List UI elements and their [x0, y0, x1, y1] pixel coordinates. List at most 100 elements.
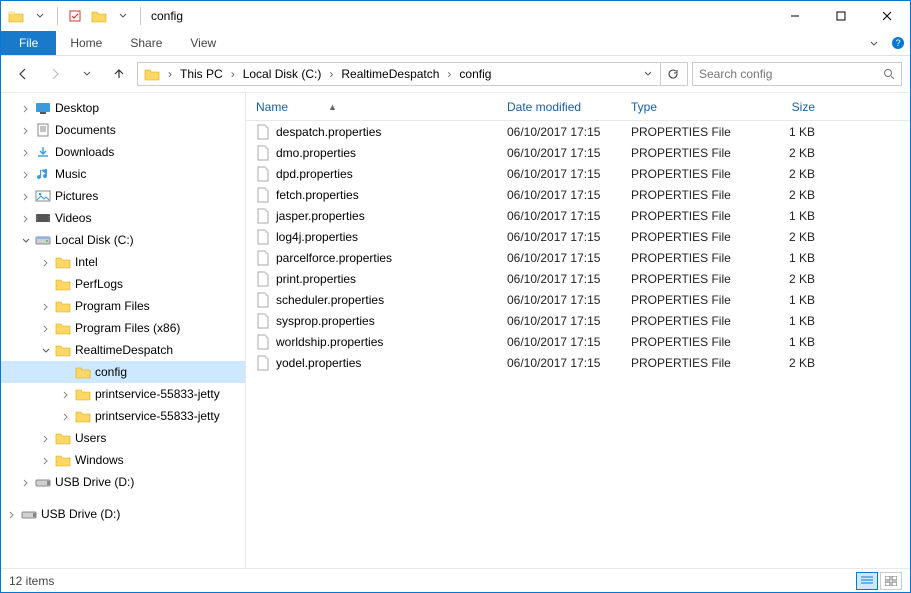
chevron-right-icon[interactable]: ›	[166, 67, 174, 81]
expand-icon[interactable]	[41, 456, 55, 465]
file-row[interactable]: parcelforce.properties06/10/2017 17:15PR…	[246, 247, 910, 268]
back-button[interactable]	[9, 60, 37, 88]
file-tab[interactable]: File	[1, 31, 56, 55]
address-dropdown-icon[interactable]	[638, 70, 658, 78]
file-date: 06/10/2017 17:15	[497, 230, 621, 244]
file-row[interactable]: dpd.properties06/10/2017 17:15PROPERTIES…	[246, 163, 910, 184]
file-row[interactable]: fetch.properties06/10/2017 17:15PROPERTI…	[246, 184, 910, 205]
search-box[interactable]: Search config	[692, 62, 902, 86]
file-row[interactable]: sysprop.properties06/10/2017 17:15PROPER…	[246, 310, 910, 331]
tree-item[interactable]: config	[1, 361, 245, 383]
address-bar[interactable]: › This PC › Local Disk (C:) › RealtimeDe…	[137, 62, 688, 86]
help-icon[interactable]: ?	[886, 31, 910, 55]
up-button[interactable]	[105, 60, 133, 88]
tree-item[interactable]: Intel	[1, 251, 245, 273]
tree-item[interactable]: Music	[1, 163, 245, 185]
breadcrumb-config[interactable]: config	[455, 63, 495, 85]
file-size: 1 KB	[741, 293, 831, 307]
tree-item[interactable]: Desktop	[1, 97, 245, 119]
tree-item[interactable]: PerfLogs	[1, 273, 245, 295]
qat-customize-icon[interactable]	[112, 5, 134, 27]
expand-icon[interactable]	[61, 390, 75, 399]
file-row[interactable]: dmo.properties06/10/2017 17:15PROPERTIES…	[246, 142, 910, 163]
details-view-button[interactable]	[856, 572, 878, 590]
tab-home[interactable]: Home	[56, 31, 116, 55]
chevron-right-icon[interactable]: ›	[327, 67, 335, 81]
expand-icon[interactable]	[61, 412, 75, 421]
new-folder-icon[interactable]	[88, 5, 110, 27]
expand-icon[interactable]	[41, 434, 55, 443]
file-row[interactable]: despatch.properties06/10/2017 17:15PROPE…	[246, 121, 910, 142]
col-date[interactable]: Date modified	[497, 100, 621, 114]
tree-item[interactable]: RealtimeDespatch	[1, 339, 245, 361]
expand-icon[interactable]	[41, 258, 55, 267]
expand-icon[interactable]	[41, 302, 55, 311]
tree-item[interactable]: printservice-55833-jetty	[1, 383, 245, 405]
navigation-tree[interactable]: DesktopDocumentsDownloadsMusicPicturesVi…	[1, 93, 246, 568]
expand-icon[interactable]	[21, 104, 35, 113]
tree-item[interactable]: USB Drive (D:)	[1, 503, 245, 525]
forward-button[interactable]	[41, 60, 69, 88]
file-name: worldship.properties	[276, 335, 383, 349]
search-placeholder: Search config	[699, 67, 883, 81]
file-row[interactable]: scheduler.properties06/10/2017 17:15PROP…	[246, 289, 910, 310]
folder-icon	[55, 343, 71, 357]
tree-item[interactable]: Users	[1, 427, 245, 449]
expand-icon[interactable]	[21, 236, 35, 245]
chevron-right-icon[interactable]: ›	[445, 67, 453, 81]
refresh-button[interactable]	[660, 63, 685, 85]
expand-icon[interactable]	[21, 170, 35, 179]
recent-locations-button[interactable]	[73, 60, 101, 88]
tree-item[interactable]: Local Disk (C:)	[1, 229, 245, 251]
file-date: 06/10/2017 17:15	[497, 125, 621, 139]
file-row[interactable]: print.properties06/10/2017 17:15PROPERTI…	[246, 268, 910, 289]
file-row[interactable]: log4j.properties06/10/2017 17:15PROPERTI…	[246, 226, 910, 247]
expand-icon[interactable]	[7, 510, 21, 519]
tree-item[interactable]: Program Files	[1, 295, 245, 317]
ribbon-expand-icon[interactable]	[862, 31, 886, 55]
file-name: dpd.properties	[276, 167, 353, 181]
tree-item[interactable]: Program Files (x86)	[1, 317, 245, 339]
file-row[interactable]: worldship.properties06/10/2017 17:15PROP…	[246, 331, 910, 352]
col-size[interactable]: Size	[741, 100, 831, 114]
file-type: PROPERTIES File	[621, 272, 741, 286]
tab-view[interactable]: View	[176, 31, 230, 55]
breadcrumb-root-icon[interactable]	[140, 63, 164, 85]
file-date: 06/10/2017 17:15	[497, 356, 621, 370]
col-name[interactable]: Name▲	[246, 100, 497, 114]
file-list[interactable]: despatch.properties06/10/2017 17:15PROPE…	[246, 121, 910, 568]
expand-icon[interactable]	[21, 192, 35, 201]
expand-icon[interactable]	[41, 324, 55, 333]
expand-icon[interactable]	[41, 346, 55, 355]
qat-dropdown-icon[interactable]	[29, 5, 51, 27]
tree-item[interactable]: Pictures	[1, 185, 245, 207]
maximize-button[interactable]	[818, 1, 864, 31]
file-name: jasper.properties	[276, 209, 365, 223]
tab-share[interactable]: Share	[116, 31, 176, 55]
expand-icon[interactable]	[21, 126, 35, 135]
folder-icon[interactable]	[5, 5, 27, 27]
tree-item[interactable]: printservice-55833-jetty	[1, 405, 245, 427]
minimize-button[interactable]	[772, 1, 818, 31]
tree-item[interactable]: Windows	[1, 449, 245, 471]
expand-icon[interactable]	[21, 214, 35, 223]
tree-item[interactable]: USB Drive (D:)	[1, 471, 245, 493]
breadcrumb-this-pc[interactable]: This PC	[176, 63, 227, 85]
breadcrumb-realtimedespatch[interactable]: RealtimeDespatch	[337, 63, 443, 85]
file-icon	[256, 229, 270, 245]
breadcrumb-local-disk[interactable]: Local Disk (C:)	[239, 63, 326, 85]
close-button[interactable]	[864, 1, 910, 31]
file-type: PROPERTIES File	[621, 146, 741, 160]
file-row[interactable]: jasper.properties06/10/2017 17:15PROPERT…	[246, 205, 910, 226]
large-icons-view-button[interactable]	[880, 572, 902, 590]
tree-item[interactable]: Videos	[1, 207, 245, 229]
expand-icon[interactable]	[21, 478, 35, 487]
file-row[interactable]: yodel.properties06/10/2017 17:15PROPERTI…	[246, 352, 910, 373]
chevron-right-icon[interactable]: ›	[229, 67, 237, 81]
col-type[interactable]: Type	[621, 100, 741, 114]
properties-icon[interactable]	[64, 5, 86, 27]
tree-item[interactable]: Downloads	[1, 141, 245, 163]
tree-item-label: Local Disk (C:)	[51, 233, 134, 247]
tree-item[interactable]: Documents	[1, 119, 245, 141]
expand-icon[interactable]	[21, 148, 35, 157]
